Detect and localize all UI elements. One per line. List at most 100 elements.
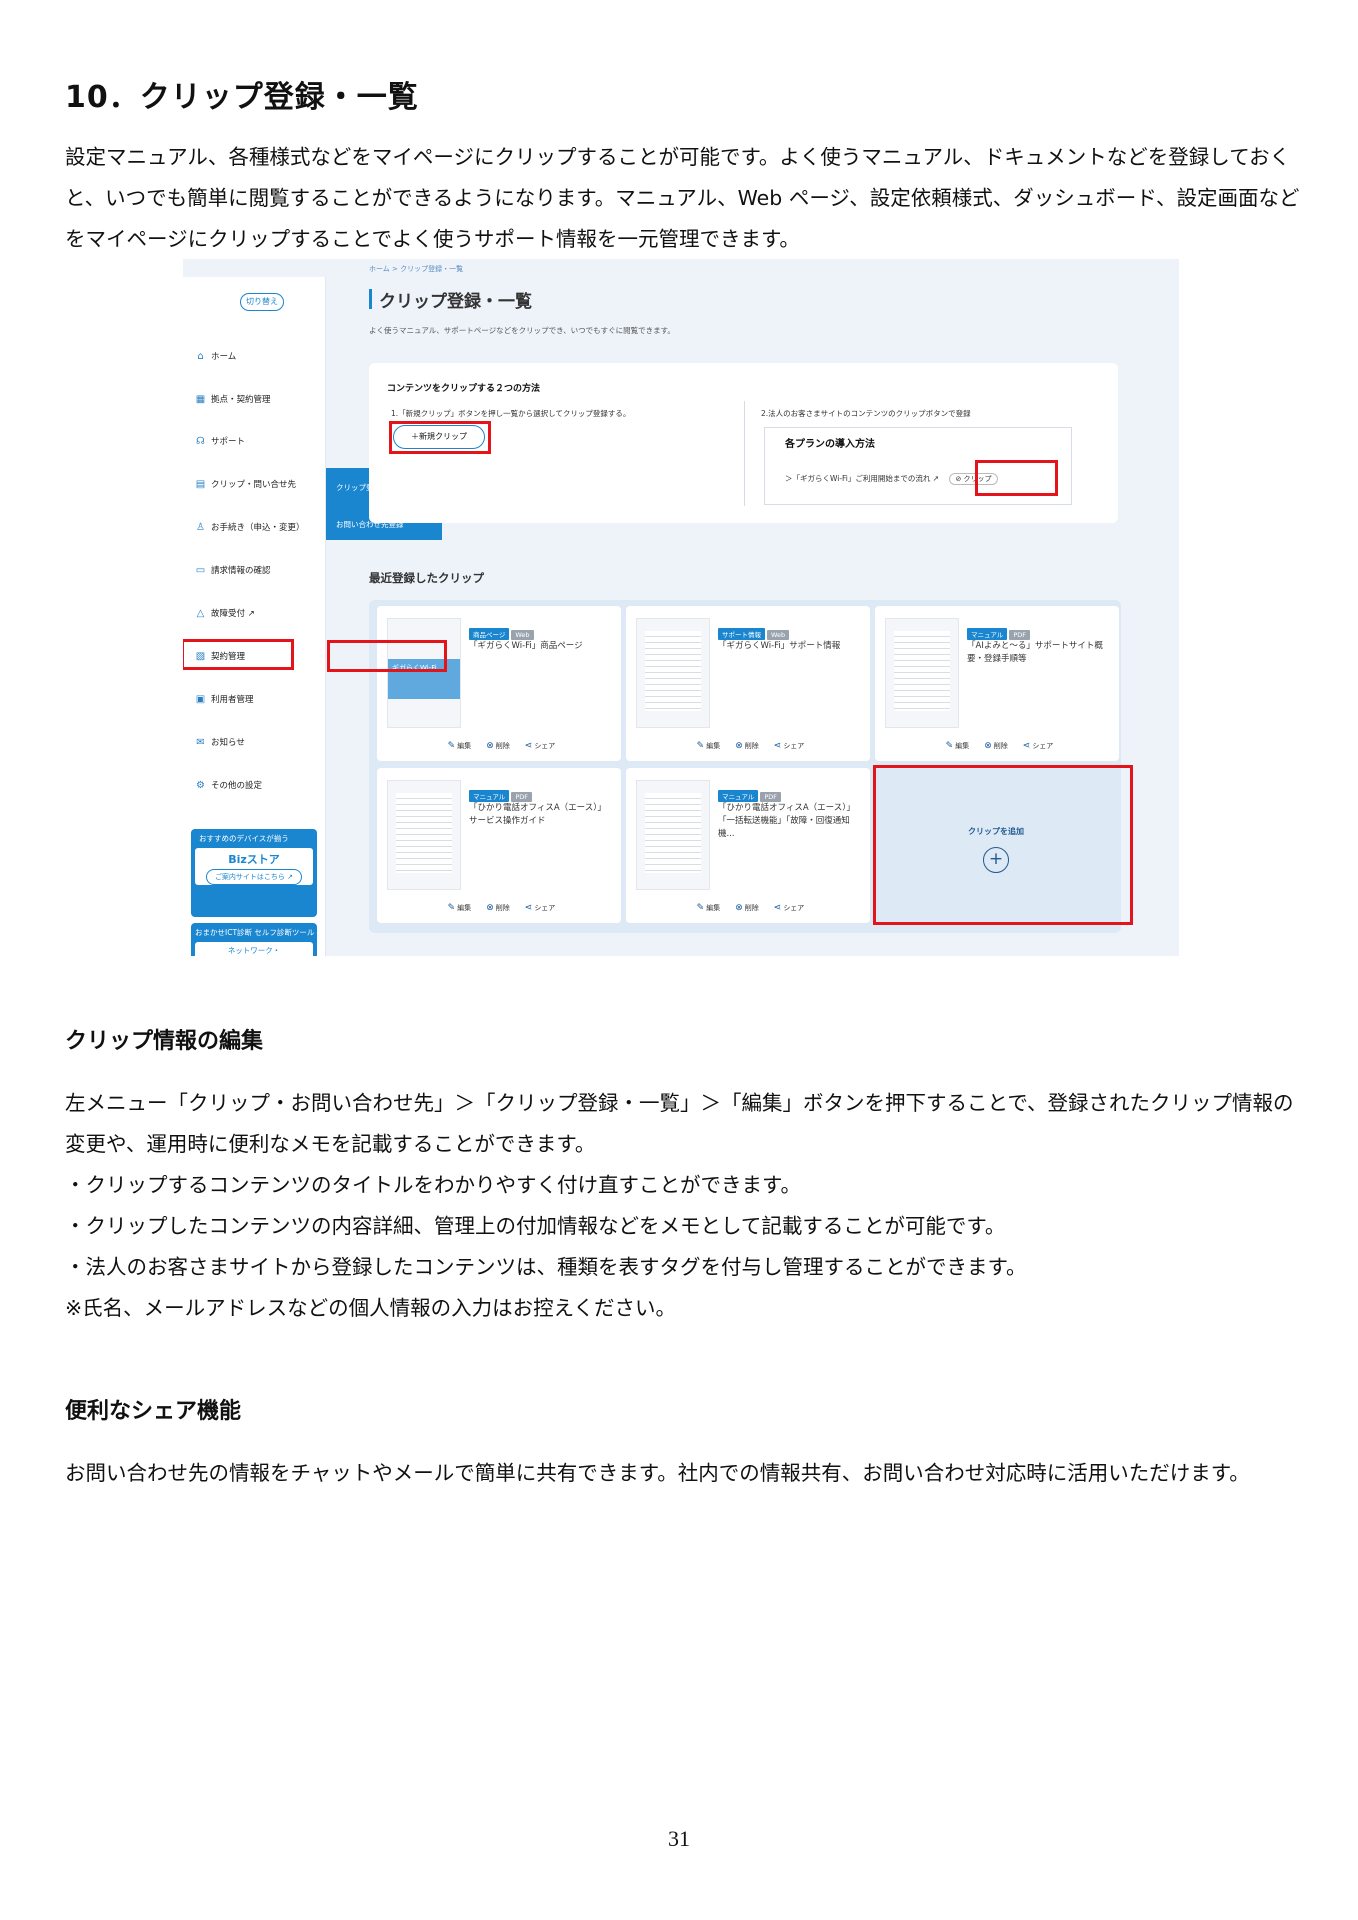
sidebar-item[interactable]: ✉ お知らせ xyxy=(195,736,245,750)
highlight-add-clip xyxy=(873,765,1133,925)
edit-icon: ✎ xyxy=(696,903,705,913)
share-button[interactable]: ⋖ シェア xyxy=(769,741,805,751)
bizstore-ad[interactable]: おすすめのデバイスが揃う Bizストア ご案内サイトはこちら ↗ xyxy=(191,829,317,917)
ad-brand-box: Bizストア ご案内サイトはこちら ↗ xyxy=(195,848,313,885)
sidebar-item[interactable]: ▤ クリップ・問い合せ先 xyxy=(195,478,296,492)
sidebar-item[interactable]: ⚙ その他の設定 xyxy=(195,779,262,793)
headset-icon: ☊ xyxy=(196,436,205,447)
page-number: 31 xyxy=(668,1826,690,1851)
sidebar-item[interactable]: ♙ お手続き（申込・変更） xyxy=(195,521,305,535)
clip-title[interactable]: 「ひかり電話オフィスA（エース）」サービス操作ガイド xyxy=(469,802,614,828)
sidebar-item[interactable]: ▦ 拠点・契約管理 xyxy=(195,393,271,407)
clip-card[interactable]: マニュアル PDF 「AIよみと～る」サポートサイト概要・登録手順等 ✎ 編集 ⊗ 削除 ⋖ シ… xyxy=(875,606,1119,761)
plan-title: 各プランの導入方法 xyxy=(785,439,875,450)
delete-button[interactable]: ⊗ 削除 xyxy=(481,741,510,751)
invoice-icon: ▭ xyxy=(195,565,206,576)
action-label: 編集 xyxy=(706,742,721,750)
share-button[interactable]: ⋖ シェア xyxy=(520,741,556,751)
clip-tags: マニュアル PDF xyxy=(469,784,534,803)
sidebar-item-label: お手続き（申込・変更） xyxy=(211,523,305,533)
delete-icon: ⊗ xyxy=(735,741,743,751)
action-label: 削除 xyxy=(495,904,510,912)
sidebar-item-label: 請求情報の確認 xyxy=(211,566,271,576)
share-icon: ⋖ xyxy=(524,903,533,913)
action-label: 編集 xyxy=(955,742,970,750)
share-icon: ⋖ xyxy=(773,741,782,751)
clip-title[interactable]: 「ひかり電話オフィスA（エース）」「一括転送機能」「故障・回復通知機... xyxy=(718,802,863,841)
delete-button[interactable]: ⊗ 削除 xyxy=(481,903,510,913)
clip-card[interactable]: ギガらくWi-Fi 商品ページ Web 「ギガらくWi-Fi」商品ページ ✎ 編集 ⊗ 削除 ⋖… xyxy=(377,606,621,761)
edit-button[interactable]: ✎ 編集 xyxy=(443,903,472,913)
ad2-item: ネットワーク・ xyxy=(195,942,313,956)
breadcrumb[interactable]: ホーム > クリップ登録・一覧 xyxy=(369,264,463,274)
clip-card[interactable]: マニュアル PDF 「ひかり電話オフィスA（エース）」サービス操作ガイド ✎ 編集 ⊗ 削除… xyxy=(377,768,621,923)
section-title: 10．クリップ登録・一覧 xyxy=(65,80,419,115)
sidebar-item-label: その他の設定 xyxy=(211,781,263,791)
thumbnail-document-lines xyxy=(894,631,950,711)
share-button[interactable]: ⋖ シェア xyxy=(520,903,556,913)
edit-icon: ✎ xyxy=(945,741,954,751)
delete-button[interactable]: ⊗ 削除 xyxy=(730,903,759,913)
highlight-sidebar-clip xyxy=(183,639,294,670)
clip-list-screenshot: ホーム > クリップ登録・一覧 切り替え ⌂ ホーム ▦ 拠点・契約管理 ☊ サポート ▤ ク… xyxy=(183,259,1179,956)
share-paragraph: お問い合わせ先の情報をチャットやメールで簡単に共有できます。社内での情報共有、お… xyxy=(65,1461,1250,1485)
delete-button[interactable]: ⊗ 削除 xyxy=(730,741,759,751)
sidebar-item[interactable]: △ 故障受付 ↗ xyxy=(195,607,255,621)
building-icon: ▦ xyxy=(195,394,206,405)
clip-thumbnail: ギガらくWi-Fi xyxy=(387,618,461,728)
edit-button[interactable]: ✎ 編集 xyxy=(692,903,721,913)
edit-button[interactable]: ✎ 編集 xyxy=(941,741,970,751)
clip-thumbnail xyxy=(885,618,959,728)
sidebar-item[interactable]: ▣ 利用者管理 xyxy=(195,693,254,707)
delete-button[interactable]: ⊗ 削除 xyxy=(979,741,1008,751)
share-button[interactable]: ⋖ シェア xyxy=(769,903,805,913)
delete-icon: ⊗ xyxy=(486,741,494,751)
action-label: 編集 xyxy=(457,904,472,912)
ict-diagnosis-ad[interactable]: おまかせICT診断 セルフ診断ツール ネットワーク・ xyxy=(191,923,317,956)
clip-card[interactable]: マニュアル PDF 「ひかり電話オフィスA（エース）」「一括転送機能」「故障・回復通… xyxy=(626,768,870,923)
clip-tag: マニュアル xyxy=(469,790,510,802)
sidebar-item[interactable]: ▭ 請求情報の確認 xyxy=(195,564,271,578)
plan-link-text[interactable]: ＞「ギガらくWi-Fi」ご利用開始までの流れ ↗ xyxy=(785,474,939,483)
user-manage-icon: ▣ xyxy=(195,694,206,705)
highlight-new-clip xyxy=(389,421,491,454)
clip-card[interactable]: サポート情報 Web 「ギガらくWi-Fi」サポート情報 ✎ 編集 ⊗ 削除 ⋖ シェア xyxy=(626,606,870,761)
edit-bullet: ・法人のお客さまサイトから登録したコンテンツは、種類を表すタグを付与し管理するこ… xyxy=(65,1255,1027,1279)
sidebar-item-label: お知らせ xyxy=(211,738,245,748)
delete-icon: ⊗ xyxy=(486,903,494,913)
methods-title: コンテンツをクリップする２つの方法 xyxy=(387,384,541,394)
clip-thumbnail xyxy=(387,780,461,890)
clip-title[interactable]: 「AIよみと～る」サポートサイト概要・登録手順等 xyxy=(967,640,1112,666)
clip-title[interactable]: 「ギガらくWi-Fi」サポート情報 xyxy=(718,640,863,653)
clip-title[interactable]: 「ギガらくWi-Fi」商品ページ xyxy=(469,640,614,653)
edit-button[interactable]: ✎ 編集 xyxy=(692,741,721,751)
action-label: シェア xyxy=(534,742,556,750)
share-button[interactable]: ⋖ シェア xyxy=(1018,741,1054,751)
thumbnail-document-lines xyxy=(645,793,701,873)
clip-actions: ✎ 編集 ⊗ 削除 ⋖ シェア xyxy=(875,741,1119,751)
edit-note: ※氏名、メールアドレスなどの個人情報の入力はお控えください。 xyxy=(65,1296,677,1320)
highlight-clip-chip xyxy=(975,460,1058,496)
action-label: 削除 xyxy=(495,742,510,750)
sidebar-item[interactable]: ⌂ ホーム xyxy=(195,350,236,364)
edit-bullet: ・クリップしたコンテンツの内容詳細、管理上の付加情報などをメモとして記載すること… xyxy=(65,1214,1006,1238)
ad-guide-button[interactable]: ご案内サイトはこちら ↗ xyxy=(205,869,303,885)
sidebar-item[interactable]: ☊ サポート xyxy=(195,435,245,449)
clip-tags: サポート情報 Web xyxy=(718,622,791,641)
methods-divider xyxy=(744,401,745,506)
edit-button[interactable]: ✎ 編集 xyxy=(443,741,472,751)
sidebar-item-label: クリップ・問い合せ先 xyxy=(211,480,297,490)
action-label: 編集 xyxy=(706,904,721,912)
action-label: 削除 xyxy=(744,904,759,912)
thumbnail-document-lines xyxy=(396,793,452,873)
plan-link[interactable]: ＞「ギガらくWi-Fi」ご利用開始までの流れ ↗ ⊘ クリップ xyxy=(785,473,998,485)
action-label: シェア xyxy=(783,904,805,912)
sidebar-item-label: 拠点・契約管理 xyxy=(211,395,271,405)
clip-tag: PDF xyxy=(511,792,532,802)
action-label: シェア xyxy=(1032,742,1054,750)
switch-button[interactable]: 切り替え xyxy=(240,293,284,311)
clip-actions: ✎ 編集 ⊗ 削除 ⋖ シェア xyxy=(626,903,870,913)
megaphone-icon: ✉ xyxy=(196,737,205,748)
edit-paragraph: 左メニュー「クリップ・お問い合わせ先」＞「クリップ登録・一覧」＞「編集」ボタンを… xyxy=(65,1091,1294,1156)
share-heading: 便利なシェア機能 xyxy=(65,1399,242,1424)
